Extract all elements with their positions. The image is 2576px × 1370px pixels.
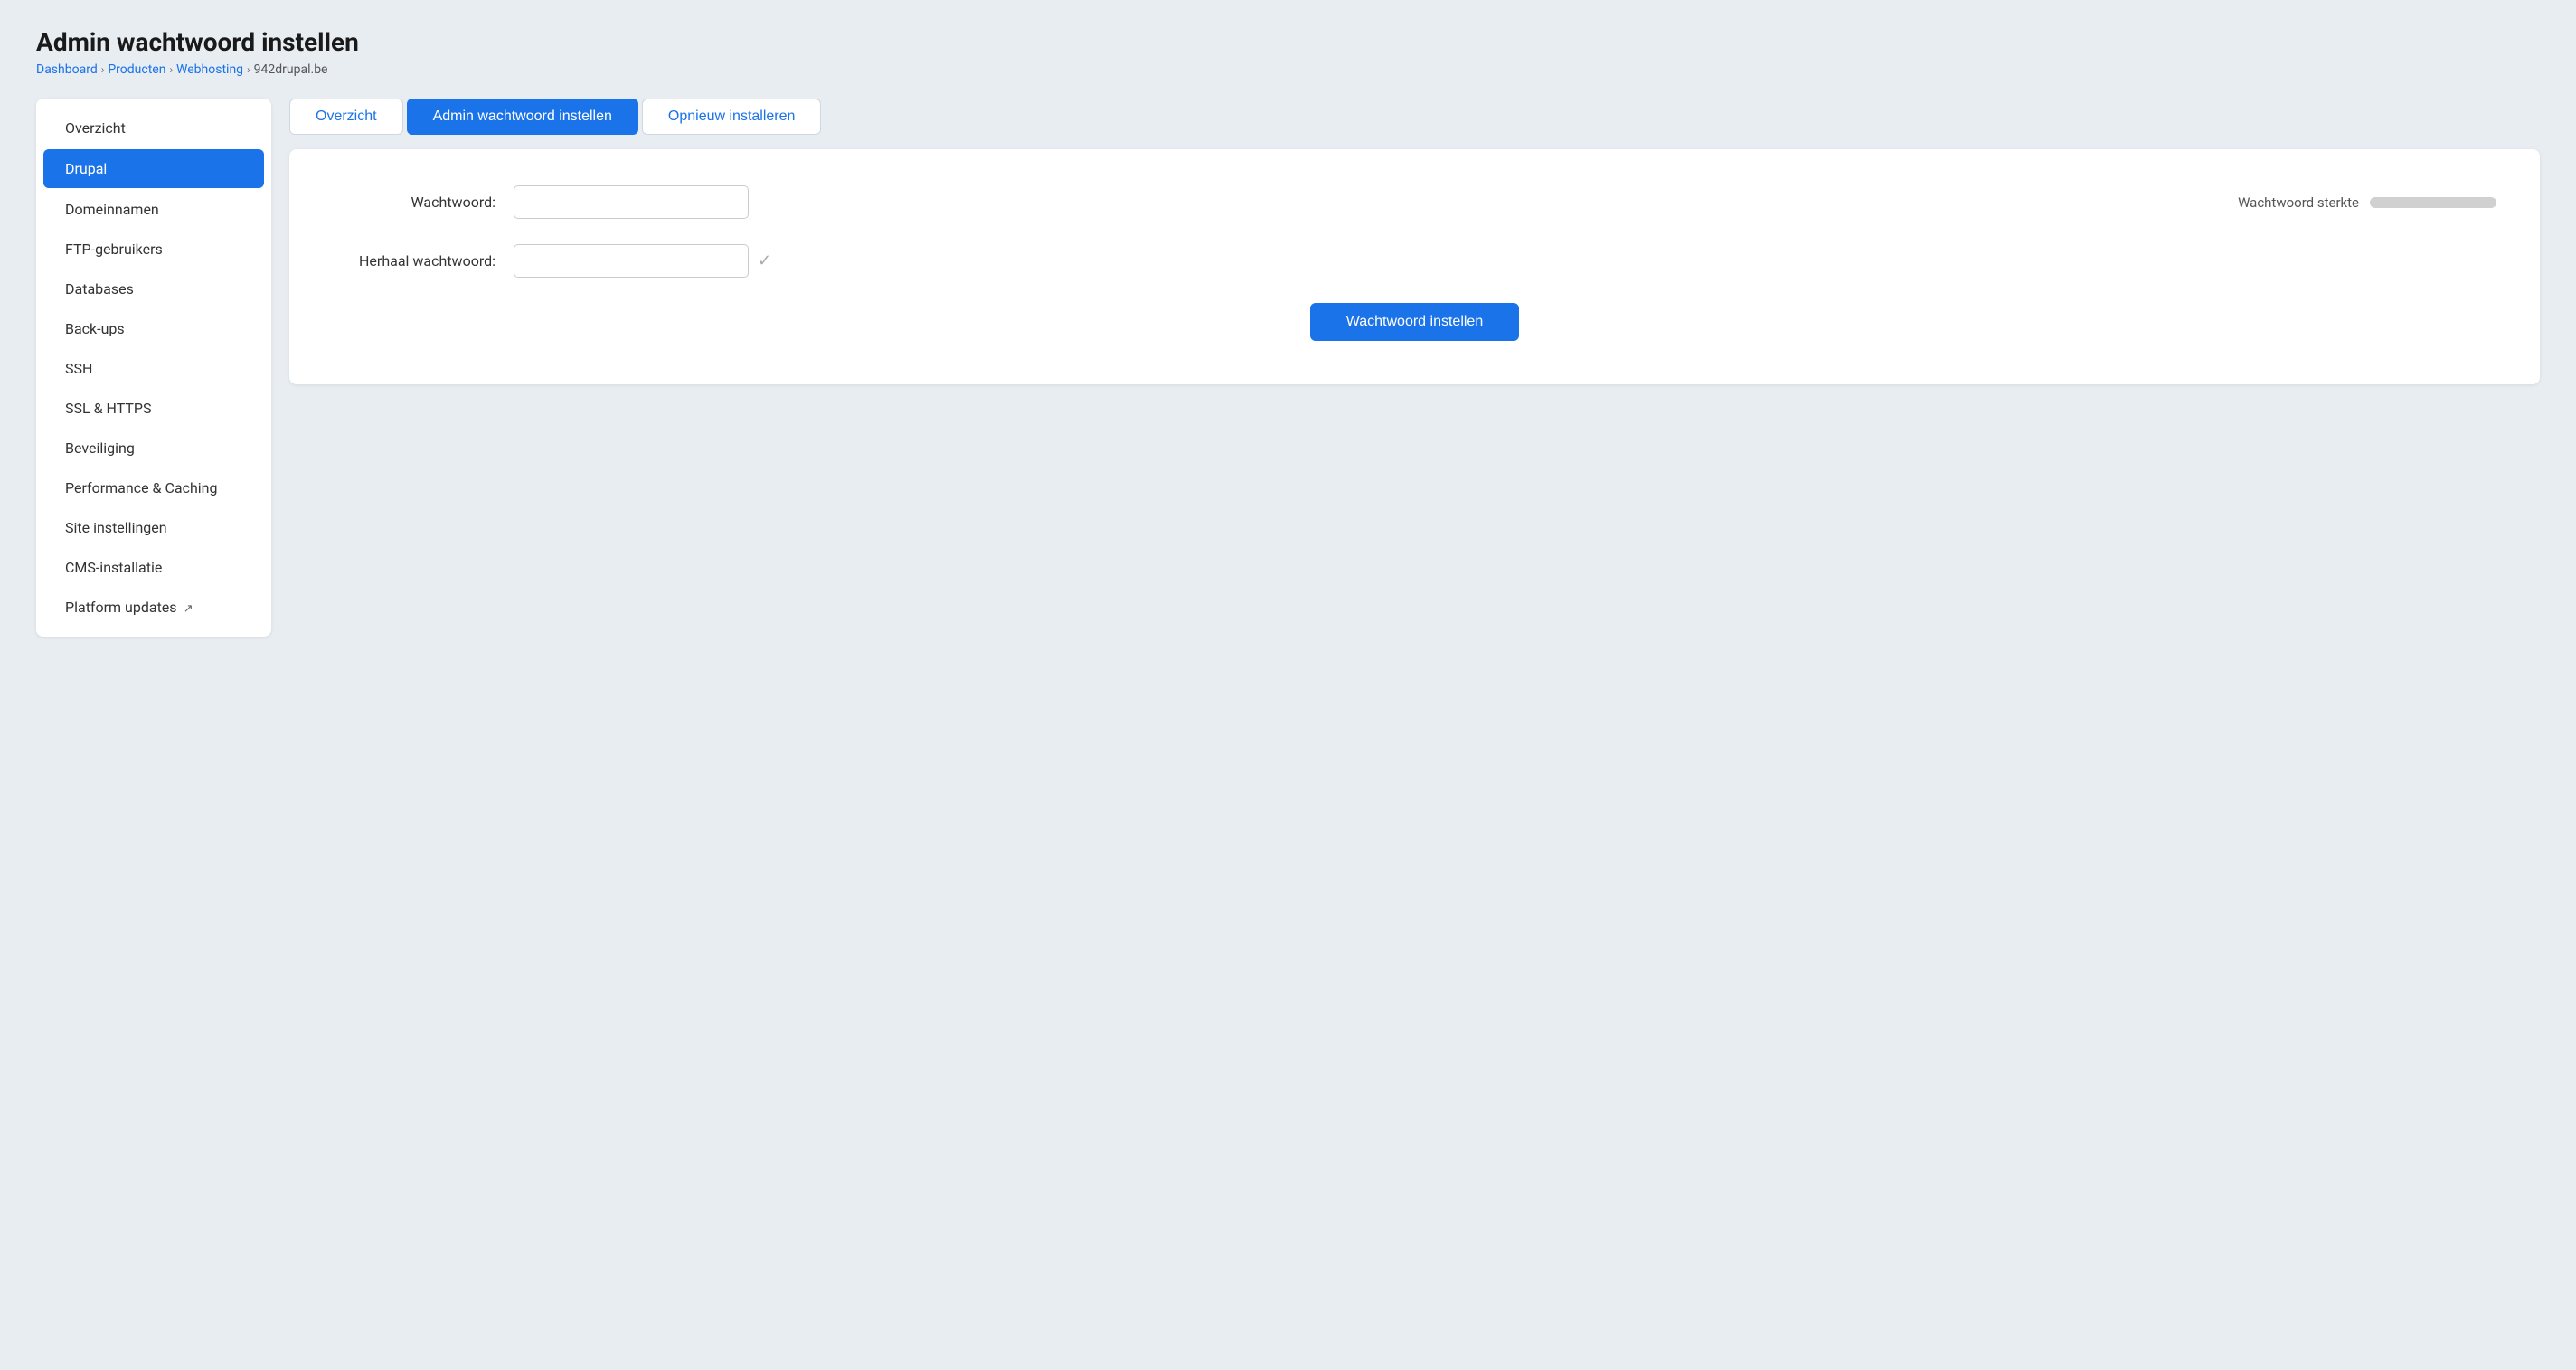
- repeat-password-row: Herhaal wachtwoord: ✓: [333, 244, 2496, 278]
- page-header: Admin wachtwoord instellen Dashboard › P…: [36, 27, 2540, 77]
- breadcrumb-webhosting[interactable]: Webhosting: [176, 62, 243, 77]
- tabs-bar: OverzichtAdmin wachtwoord instellenOpnie…: [289, 99, 2540, 135]
- breadcrumb-sep-1: ›: [101, 63, 105, 76]
- repeat-label: Herhaal wachtwoord:: [333, 252, 514, 269]
- sidebar-item-9[interactable]: Performance & Caching: [43, 468, 264, 507]
- breadcrumb-dashboard[interactable]: Dashboard: [36, 62, 98, 77]
- submit-button[interactable]: Wachtwoord instellen: [1310, 303, 1519, 341]
- sidebar-item-10[interactable]: Site instellingen: [43, 508, 264, 547]
- password-label: Wachtwoord:: [333, 194, 514, 211]
- sidebar-item-1[interactable]: Drupal: [43, 149, 264, 188]
- repeat-password-input[interactable]: [514, 244, 749, 278]
- check-icon: ✓: [758, 251, 771, 270]
- breadcrumb-sep-3: ›: [247, 63, 250, 76]
- external-link-icon: ↗: [181, 602, 193, 616]
- sidebar-item-8[interactable]: Beveiliging: [43, 429, 264, 468]
- content-area: OverzichtAdmin wachtwoord instellenOpnie…: [289, 99, 2540, 384]
- breadcrumb: Dashboard › Producten › Webhosting › 942…: [36, 62, 2540, 77]
- sidebar-item-0[interactable]: Overzicht: [43, 109, 264, 147]
- page-title: Admin wachtwoord instellen: [36, 27, 2540, 57]
- password-strength-wrap: Wachtwoord sterkte: [2238, 194, 2496, 211]
- password-row: Wachtwoord: Wachtwoord sterkte: [333, 185, 2496, 219]
- sidebar-item-2[interactable]: Domeinnamen: [43, 190, 264, 229]
- breadcrumb-sep-2: ›: [169, 63, 173, 76]
- main-layout: OverzichtDrupalDomeinnamenFTP-gebruikers…: [36, 99, 2540, 637]
- sidebar-item-12[interactable]: Platform updates ↗: [43, 588, 264, 627]
- sidebar-item-4[interactable]: Databases: [43, 269, 264, 308]
- sidebar-item-7[interactable]: SSL & HTTPS: [43, 389, 264, 428]
- tab-1[interactable]: Admin wachtwoord instellen: [407, 99, 638, 135]
- form-card: Wachtwoord: Wachtwoord sterkte Herhaal w…: [289, 149, 2540, 384]
- password-input-wrap: [514, 185, 749, 219]
- breadcrumb-producten[interactable]: Producten: [108, 62, 165, 77]
- repeat-input-wrap: ✓: [514, 244, 771, 278]
- tab-0[interactable]: Overzicht: [289, 99, 403, 135]
- sidebar-item-11[interactable]: CMS-installatie: [43, 548, 264, 587]
- sidebar-item-5[interactable]: Back-ups: [43, 309, 264, 348]
- tab-2[interactable]: Opnieuw installeren: [642, 99, 822, 135]
- sidebar-item-3[interactable]: FTP-gebruikers: [43, 230, 264, 269]
- sidebar-item-6[interactable]: SSH: [43, 349, 264, 388]
- strength-bar: [2370, 197, 2496, 208]
- strength-label: Wachtwoord sterkte: [2238, 194, 2359, 211]
- sidebar: OverzichtDrupalDomeinnamenFTP-gebruikers…: [36, 99, 271, 637]
- breadcrumb-current: 942drupal.be: [254, 62, 328, 77]
- password-input[interactable]: [514, 185, 749, 219]
